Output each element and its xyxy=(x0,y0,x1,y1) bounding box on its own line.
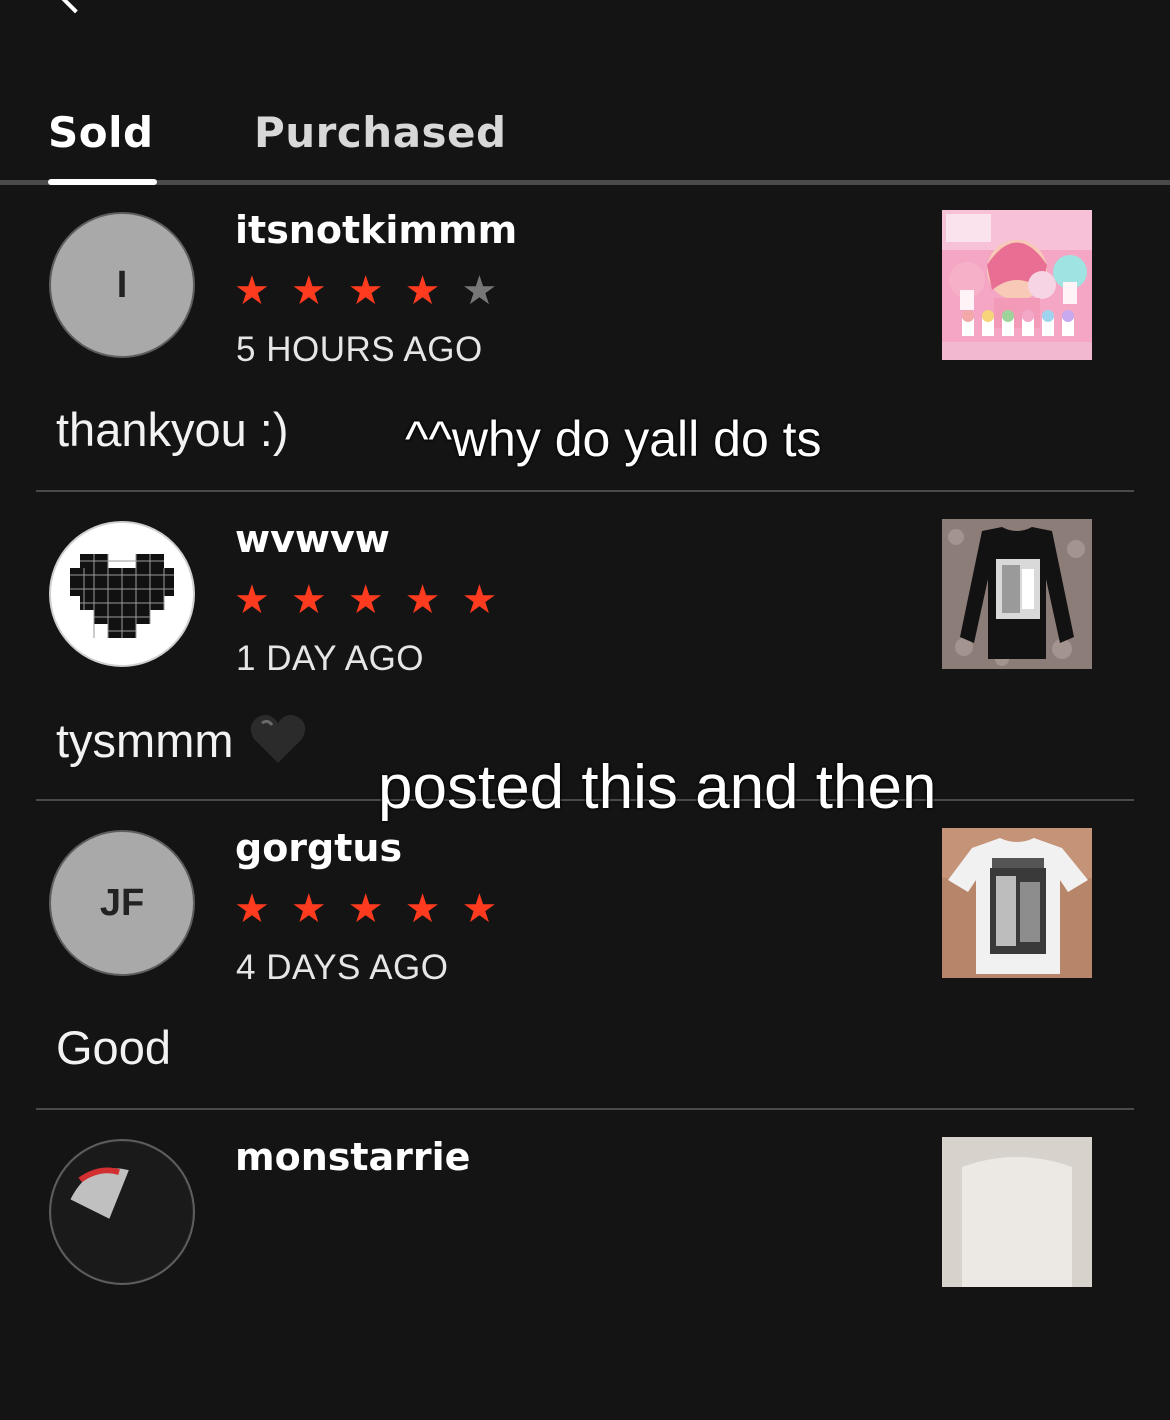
product-thumbnail[interactable] xyxy=(942,828,1092,978)
star-filled-icon: ★ xyxy=(234,577,270,623)
star-filled-icon: ★ xyxy=(234,886,270,932)
overlay-caption-2: posted this and then xyxy=(378,753,937,822)
review-tabs: Sold Purchased xyxy=(0,100,1170,186)
star-empty-icon: ★ xyxy=(461,268,498,314)
avatar[interactable] xyxy=(49,521,195,667)
star-filled-icon: ★ xyxy=(347,577,384,623)
star-filled-icon: ★ xyxy=(290,886,327,932)
black-heart-icon xyxy=(248,711,308,778)
pink-collage-product-photo xyxy=(942,210,1092,360)
avatar[interactable]: JF xyxy=(49,830,195,976)
reviewer-username[interactable]: itsnotkimmm xyxy=(235,208,517,252)
review-timestamp: 1 DAY AGO xyxy=(236,639,425,678)
review-timestamp: 5 HOURS AGO xyxy=(236,330,483,369)
star-filled-icon: ★ xyxy=(461,577,498,623)
review-comment: tysmmm xyxy=(56,711,308,778)
review-item: JF gorgtus ★ ★ ★ ★ ★ 4 DAYS AGO Good xyxy=(0,802,1170,1111)
avatar[interactable] xyxy=(49,1139,195,1285)
star-rating: ★ ★ ★ ★ ★ xyxy=(234,884,497,934)
row-divider xyxy=(36,490,1134,492)
star-filled-icon: ★ xyxy=(404,886,441,932)
avatar[interactable]: I xyxy=(49,212,195,358)
star-filled-icon: ★ xyxy=(404,577,441,623)
reviewer-username[interactable]: monstarrie xyxy=(235,1135,470,1179)
row-divider xyxy=(36,1108,1134,1110)
white-graphic-tee-photo xyxy=(942,828,1092,978)
reviewer-username[interactable]: wvwvw xyxy=(235,517,390,561)
star-filled-icon: ★ xyxy=(347,886,384,932)
review-comment: thankyou :) xyxy=(56,403,289,456)
avatar-initials: JF xyxy=(99,881,145,924)
star-filled-icon: ★ xyxy=(461,886,498,932)
review-comment: Good xyxy=(56,1021,171,1074)
product-thumbnail[interactable] xyxy=(942,1137,1092,1287)
profile-photo xyxy=(51,1141,193,1283)
star-filled-icon: ★ xyxy=(234,268,270,314)
product-thumbnail[interactable] xyxy=(942,519,1092,669)
star-filled-icon: ★ xyxy=(290,268,327,314)
reviewer-username[interactable]: gorgtus xyxy=(235,826,402,870)
comment-text: tysmmm xyxy=(56,713,234,767)
star-rating: ★ ★ ★ ★ ★ xyxy=(234,266,497,316)
star-filled-icon: ★ xyxy=(290,577,327,623)
star-filled-icon: ★ xyxy=(404,268,441,314)
review-item: monstarrie xyxy=(0,1111,1170,1420)
avatar-initials: I xyxy=(116,263,128,306)
tab-purchased[interactable]: Purchased xyxy=(254,108,507,157)
black-long-sleeve-shirt-photo xyxy=(942,519,1092,669)
tab-sold[interactable]: Sold xyxy=(48,108,154,157)
studded-heart-icon xyxy=(70,554,174,638)
overlay-caption-1: ^^why do yall do ts xyxy=(405,411,822,467)
review-timestamp: 4 DAYS AGO xyxy=(236,948,449,987)
star-filled-icon: ★ xyxy=(347,268,384,314)
product-thumbnail[interactable] xyxy=(942,210,1092,360)
product-photo xyxy=(942,1137,1092,1287)
back-chevron-icon[interactable] xyxy=(56,0,94,14)
star-rating: ★ ★ ★ ★ ★ xyxy=(234,575,497,625)
